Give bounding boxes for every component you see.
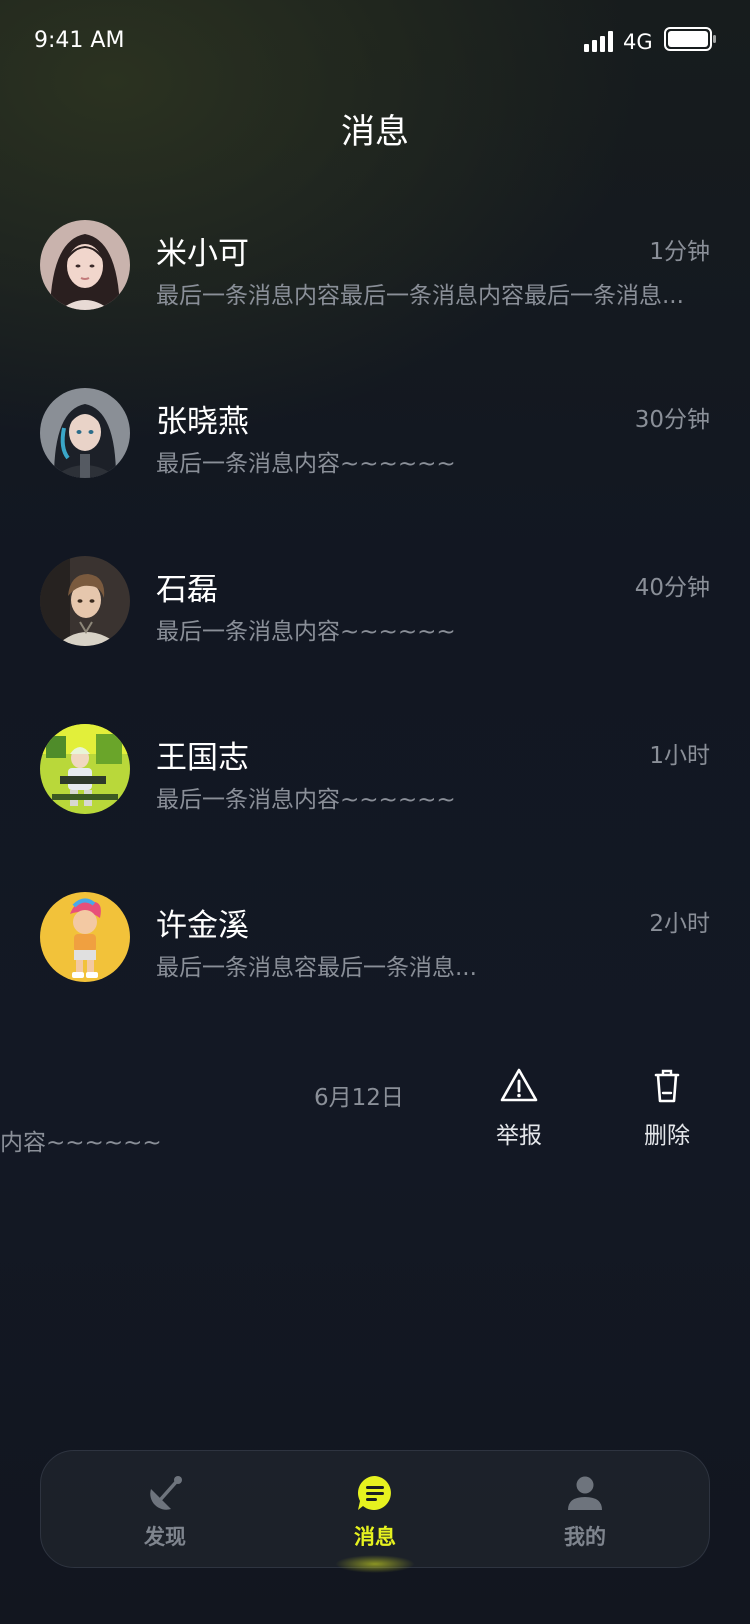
status-bar: 9:41 AM 4G	[0, 0, 750, 88]
message-preview: 最后一条消息内容~~~~~~	[156, 451, 456, 477]
tab-label: 我的	[564, 1525, 606, 1549]
avatar-girl-photo	[40, 220, 130, 310]
network-type: 4G	[623, 30, 653, 54]
tab-bar: 发现 消息 我的	[40, 1450, 710, 1573]
avatar	[40, 388, 130, 478]
report-button[interactable]: 举报	[474, 1066, 564, 1150]
message-preview: 最后一条消息容最后一条消息...	[156, 955, 477, 981]
message-preview: 最后一条消息内容~~~~~~	[156, 619, 456, 645]
tab-label: 发现	[144, 1525, 186, 1549]
battery-icon	[664, 27, 716, 51]
avatar-gamer-green	[40, 724, 130, 814]
contact-name: 许金溪	[156, 908, 249, 944]
active-tab-indicator	[335, 1555, 415, 1573]
status-time: 9:41 AM	[34, 28, 125, 53]
message-time: 40分钟	[634, 575, 710, 601]
warning-icon	[500, 1068, 538, 1102]
chat-item[interactable]: 许金溪 2小时 最后一条消息容最后一条消息...	[0, 872, 750, 1012]
contact-name: 王国志	[156, 740, 249, 776]
message-icon	[358, 1476, 391, 1510]
tab-label: 消息	[354, 1525, 396, 1549]
chat-item[interactable]: 米小可 1分钟 最后一条消息内容最后一条消息内容最后一条消息...	[0, 200, 750, 340]
message-preview: 最后一条消息内容~~~~~~	[156, 787, 456, 813]
page-title: 消息	[341, 112, 409, 152]
delete-label: 删除	[644, 1123, 690, 1149]
trash-icon	[654, 1069, 680, 1103]
avatar	[40, 556, 130, 646]
message-time: 1分钟	[649, 239, 710, 265]
avatar	[40, 220, 130, 310]
satellite-dish-icon	[150, 1476, 182, 1510]
message-time: 1小时	[649, 743, 710, 769]
avatar	[40, 724, 130, 814]
delete-button[interactable]: 删除	[622, 1066, 712, 1150]
tab-profile[interactable]: 我的	[505, 1451, 665, 1567]
signal-icon	[584, 31, 613, 52]
message-time: 30分钟	[634, 407, 710, 433]
chat-item[interactable]: 王国志 1小时 最后一条消息内容~~~~~~	[0, 704, 750, 844]
avatar-anime-girl	[40, 388, 130, 478]
message-preview: 内容~~~~~~	[0, 1130, 162, 1156]
person-icon	[568, 1476, 602, 1510]
message-time: 2小时	[649, 911, 710, 937]
contact-name: 石磊	[156, 572, 218, 608]
avatar	[40, 892, 130, 982]
message-time: 6月12日	[314, 1085, 404, 1111]
tab-messages[interactable]: 消息	[295, 1451, 455, 1573]
avatar-anime-boy	[40, 556, 130, 646]
chat-item[interactable]: 张晓燕 30分钟 最后一条消息内容~~~~~~	[0, 368, 750, 508]
message-preview: 最后一条消息内容最后一条消息内容最后一条消息...	[156, 283, 684, 309]
tab-discover[interactable]: 发现	[85, 1451, 245, 1567]
chat-item[interactable]: 石磊 40分钟 最后一条消息内容~~~~~~	[0, 536, 750, 676]
contact-name: 米小可	[156, 236, 249, 272]
swiped-chat-item[interactable]: 内容~~~~~~ 6月12日 举报 删除	[0, 1050, 750, 1180]
contact-name: 张晓燕	[156, 404, 249, 440]
avatar-cartoon-kid	[40, 892, 130, 982]
report-label: 举报	[496, 1123, 542, 1149]
